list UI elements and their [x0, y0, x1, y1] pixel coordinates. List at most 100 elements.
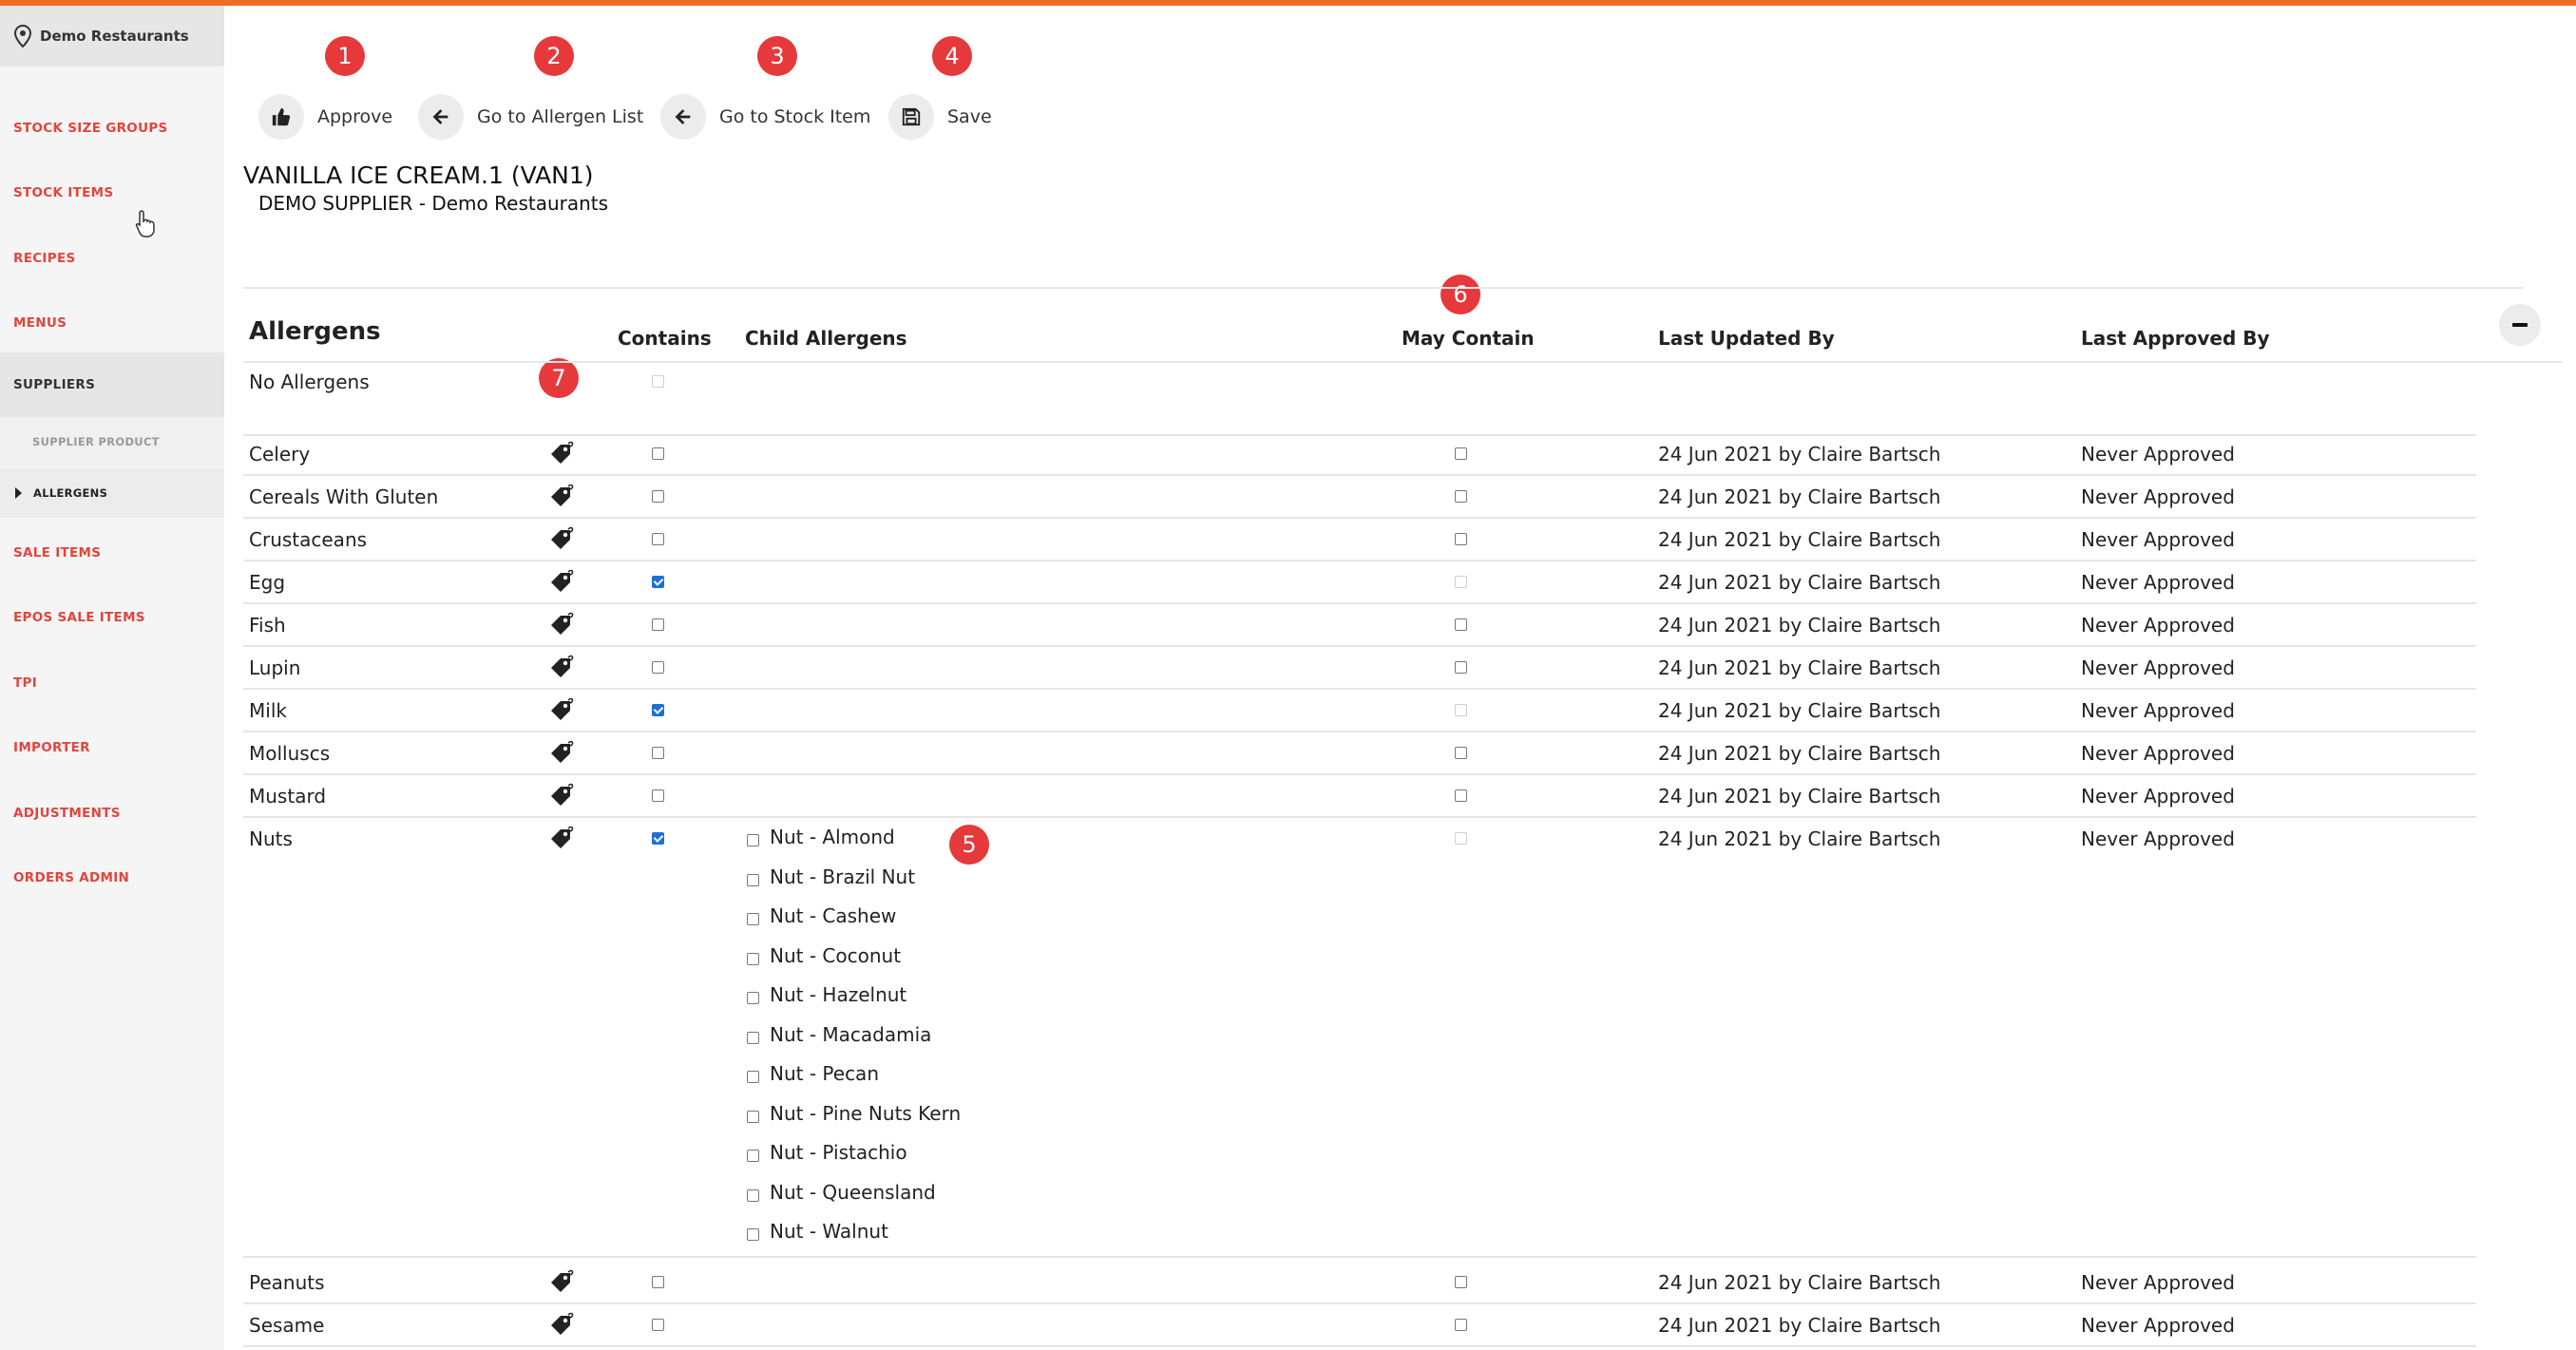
child-allergen-checkbox[interactable]	[747, 1031, 759, 1044]
child-allergen-label: Nut - Pistachio	[770, 1141, 907, 1164]
may-contain-checkbox[interactable]	[1455, 533, 1467, 545]
child-allergen-checkbox[interactable]	[747, 1071, 759, 1083]
tag-icon[interactable]	[547, 826, 574, 852]
sidebar-item-stock-items[interactable]: STOCK ITEMS	[0, 169, 224, 217]
approve-label: Approve	[317, 106, 393, 127]
save-button[interactable]: Save	[888, 94, 992, 140]
tag-icon[interactable]	[547, 1269, 574, 1296]
allergen-name: Sesame	[249, 1313, 325, 1337]
annotation-marker-3: 3	[757, 36, 797, 76]
contains-checkbox[interactable]	[652, 618, 664, 631]
header-divider	[243, 361, 2562, 363]
contains-checkbox[interactable]	[652, 832, 664, 845]
go-to-stock-item-label: Go to Stock Item	[719, 106, 871, 127]
may-contain-checkbox[interactable]	[1455, 661, 1467, 674]
tag-icon[interactable]	[547, 612, 574, 638]
section-divider	[243, 287, 2524, 289]
contains-checkbox[interactable]	[652, 661, 664, 674]
last-updated-value: 24 Jun 2021 by Claire Bartsch	[1658, 827, 1941, 850]
supplier-subtitle: DEMO SUPPLIER - Demo Restaurants	[258, 192, 609, 215]
last-approved-value: Never Approved	[2081, 571, 2235, 594]
may-contain-checkbox[interactable]	[1455, 1318, 1467, 1331]
sidebar-item-recipes[interactable]: RECIPES	[0, 235, 224, 282]
sidebar: Demo Restaurants STOCK SIZE GROUPS STOCK…	[0, 6, 224, 1350]
child-allergen-label: Nut - Brazil Nut	[770, 865, 916, 888]
child-allergen-label: Nut - Coconut	[770, 943, 902, 967]
sidebar-item-tpi[interactable]: TPI	[0, 659, 224, 707]
tag-icon[interactable]	[547, 569, 574, 596]
row-divider	[243, 816, 2476, 818]
sidebar-item-label: ALLERGENS	[33, 486, 108, 500]
go-to-allergen-list-button[interactable]: Go to Allergen List	[418, 94, 643, 140]
allergens-heading: Allergens	[249, 317, 381, 346]
may-contain-checkbox[interactable]	[1455, 789, 1467, 802]
sidebar-item-suppliers[interactable]: SUPPLIERS	[0, 352, 224, 417]
contains-checkbox[interactable]	[652, 490, 664, 503]
contains-checkbox[interactable]	[652, 447, 664, 460]
allergen-name: Fish	[249, 614, 286, 637]
contains-checkbox[interactable]	[652, 576, 664, 588]
tag-icon[interactable]	[547, 783, 574, 809]
child-allergens-header: Child Allergens	[745, 327, 907, 350]
child-allergen-checkbox[interactable]	[747, 913, 759, 925]
row-divider	[243, 474, 2476, 476]
no-allergens-label: No Allergens	[249, 371, 370, 393]
child-allergen-checkbox[interactable]	[747, 873, 759, 886]
sidebar-item-epos-sale-items[interactable]: EPOS SALE ITEMS	[0, 594, 224, 641]
tag-icon[interactable]	[547, 697, 574, 724]
child-allergen-checkbox[interactable]	[747, 1110, 759, 1123]
may-contain-checkbox[interactable]	[1455, 618, 1467, 631]
go-to-stock-item-button[interactable]: Go to Stock Item	[660, 94, 870, 140]
child-allergen-checkbox[interactable]	[747, 834, 759, 846]
contains-checkbox[interactable]	[652, 1275, 664, 1288]
contains-checkbox[interactable]	[652, 704, 664, 716]
tag-icon[interactable]	[547, 484, 574, 510]
child-allergen-checkbox[interactable]	[747, 992, 759, 1004]
may-contain-checkbox[interactable]	[1455, 447, 1467, 460]
collapse-button[interactable]	[2499, 304, 2541, 346]
may-contain-checkbox[interactable]	[1455, 1275, 1467, 1288]
child-allergen-label: Nut - Cashew	[770, 904, 897, 927]
contains-checkbox[interactable]	[652, 1318, 664, 1331]
location-selector[interactable]: Demo Restaurants	[0, 6, 224, 67]
contains-checkbox[interactable]	[652, 747, 664, 759]
tag-icon[interactable]	[547, 655, 574, 681]
child-allergen-checkbox[interactable]	[747, 1150, 759, 1162]
row-divider	[243, 434, 2476, 436]
last-updated-header: Last Updated By	[1658, 327, 1835, 350]
contains-checkbox[interactable]	[652, 789, 664, 802]
sidebar-item-stock-size-groups[interactable]: STOCK SIZE GROUPS	[0, 105, 224, 152]
child-allergen-label: Nut - Almond	[770, 826, 895, 848]
last-approved-value: Never Approved	[2081, 443, 2235, 466]
tag-icon[interactable]	[547, 740, 574, 767]
may-contain-checkbox[interactable]	[1455, 704, 1467, 716]
last-approved-value: Never Approved	[2081, 656, 2235, 679]
sidebar-item-menus[interactable]: MENUS	[0, 299, 224, 347]
sidebar-item-sale-items[interactable]: SALE ITEMS	[0, 529, 224, 577]
last-approved-value: Never Approved	[2081, 1270, 2235, 1294]
last-updated-value: 24 Jun 2021 by Claire Bartsch	[1658, 699, 1941, 722]
sidebar-item-supplier-product[interactable]: SUPPLIER PRODUCT	[0, 417, 224, 466]
approve-button[interactable]: Approve	[258, 94, 392, 140]
contains-checkbox[interactable]	[652, 533, 664, 545]
may-contain-checkbox[interactable]	[1455, 576, 1467, 588]
child-allergen-checkbox[interactable]	[747, 1228, 759, 1241]
sidebar-item-adjustments[interactable]: ADJUSTMENTS	[0, 789, 224, 837]
tag-icon[interactable]	[547, 1312, 574, 1339]
sidebar-item-allergens[interactable]: ALLERGENS	[0, 468, 224, 518]
sidebar-item-orders-admin[interactable]: ORDERS ADMIN	[0, 854, 224, 902]
may-contain-checkbox[interactable]	[1455, 747, 1467, 759]
child-allergen-checkbox[interactable]	[747, 1188, 759, 1202]
row-divider	[243, 731, 2476, 732]
tag-icon[interactable]	[547, 526, 574, 553]
last-approved-header: Last Approved By	[2081, 327, 2270, 350]
no-allergens-checkbox[interactable]	[652, 375, 664, 388]
child-allergen-checkbox[interactable]	[747, 952, 759, 965]
sidebar-item-importer[interactable]: IMPORTER	[0, 724, 224, 771]
tag-icon[interactable]	[547, 441, 574, 467]
row-divider	[243, 517, 2476, 519]
may-contain-checkbox[interactable]	[1455, 832, 1467, 845]
row-divider	[243, 602, 2476, 604]
may-contain-checkbox[interactable]	[1455, 490, 1467, 503]
last-updated-value: 24 Jun 2021 by Claire Bartsch	[1658, 571, 1941, 594]
